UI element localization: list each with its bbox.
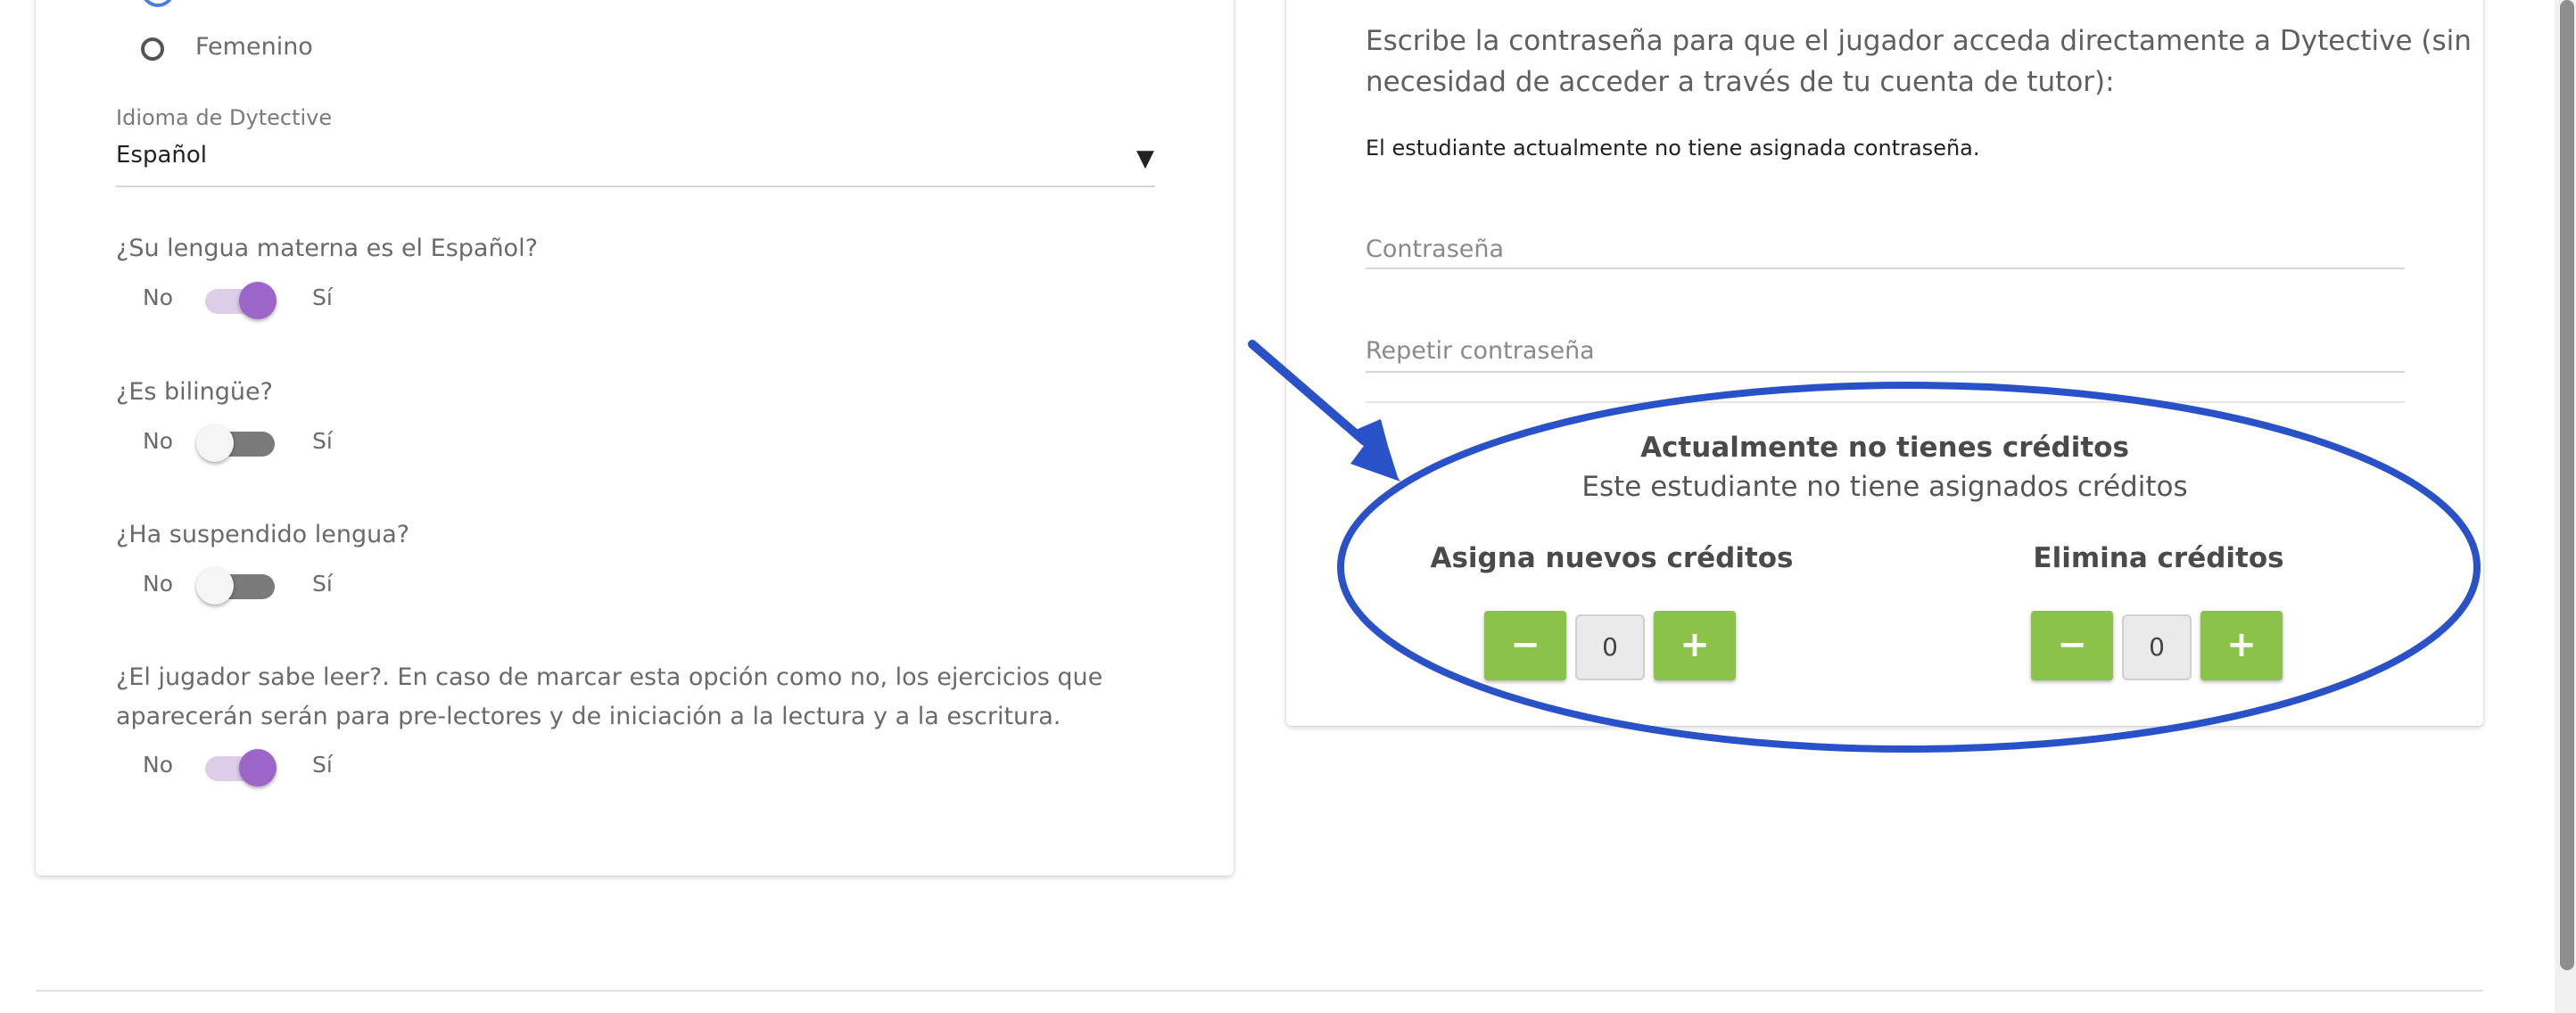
annotation-overlay: [1248, 340, 2481, 753]
highlight-ellipse: [1337, 382, 2481, 753]
page-footer-divider: [36, 990, 2483, 992]
arrow-icon: [1248, 340, 1400, 482]
scrollbar-thumb[interactable]: [2560, 0, 2574, 970]
